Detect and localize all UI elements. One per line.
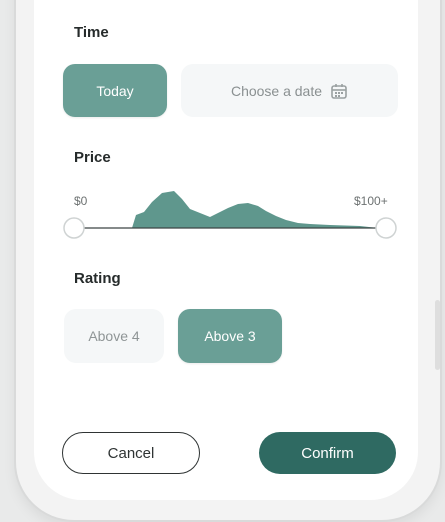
above-4-option[interactable]: Above 4 [64,309,164,363]
phone-side-button [435,300,440,370]
above-3-option[interactable]: Above 3 [178,309,282,363]
cancel-button-label: Cancel [107,444,155,462]
confirm-button-label: Confirm [301,444,354,462]
confirm-button[interactable]: Confirm [259,432,396,474]
today-option[interactable]: Today [63,64,167,117]
choose-date-option[interactable]: Choose a date [181,64,398,117]
price-distribution-histogram [132,191,378,228]
time-section-label: Time [74,24,109,41]
price-min-handle[interactable] [63,217,85,239]
cancel-button[interactable]: Cancel [62,432,200,474]
above-4-label: Above 4 [88,328,140,344]
calendar-icon [331,83,347,99]
above-3-label: Above 3 [204,328,256,344]
rating-section-label: Rating [74,270,121,287]
today-option-label: Today [96,82,134,99]
price-section-label: Price [74,149,111,166]
price-max-handle[interactable] [375,217,397,239]
price-range-slider[interactable] [60,185,405,240]
choose-date-label: Choose a date [230,82,323,99]
